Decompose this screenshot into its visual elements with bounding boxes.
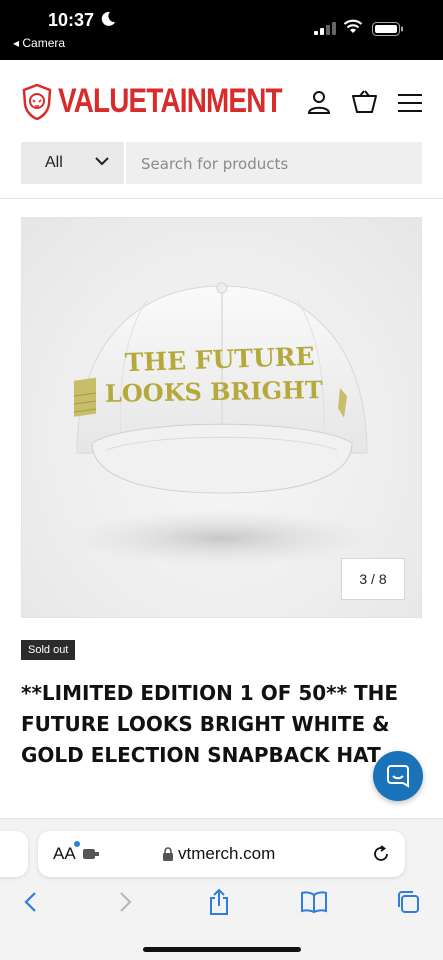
category-selected-value: All: [45, 154, 63, 171]
brand-name: VALUETAINMENT: [58, 82, 283, 120]
search-input[interactable]: Search for products: [126, 142, 422, 184]
chat-button[interactable]: [373, 751, 423, 801]
wifi-icon: [343, 19, 363, 33]
chat-icon: [387, 765, 409, 788]
brand-logo[interactable]: VALUETAINMENT: [22, 82, 331, 121]
product-title: **LIMITED EDITION 1 OF 50** THE FUTURE L…: [21, 681, 399, 767]
site-header: VALUETAINMENT: [0, 62, 443, 142]
category-select[interactable]: All: [21, 142, 124, 184]
notification-dot: [74, 841, 80, 847]
back-to-camera-link[interactable]: ◂ Camera: [13, 36, 65, 50]
reader-settings-button[interactable]: AA: [53, 844, 76, 864]
previous-tab[interactable]: [0, 831, 28, 877]
signal-icon: [314, 22, 336, 35]
menu-icon[interactable]: [398, 94, 422, 112]
search-placeholder: Search for products: [141, 155, 289, 173]
search-bar: All Search for products: [21, 142, 422, 184]
sold-out-badge: Sold out: [21, 640, 76, 660]
browser-toolbar: AA vtmerch.com: [0, 818, 443, 960]
tabs-icon[interactable]: [396, 890, 420, 914]
moon-icon: [101, 11, 115, 26]
bookmarks-icon[interactable]: [300, 891, 328, 913]
account-icon[interactable]: [307, 90, 331, 114]
chevron-down-icon: [95, 157, 109, 166]
url-text: vtmerch.com: [178, 844, 276, 863]
forward-icon[interactable]: [119, 891, 133, 913]
header-divider: [0, 198, 443, 199]
lion-shield-icon: [22, 83, 52, 120]
hat-text-line2: LOOKS BRIGHT: [105, 375, 323, 408]
battery-icon: [372, 22, 403, 36]
cart-icon[interactable]: [351, 90, 378, 114]
extension-icon[interactable]: [82, 847, 100, 861]
status-bar: 10:37 ◂ Camera: [0, 0, 443, 60]
reload-icon[interactable]: [372, 845, 390, 863]
lock-icon: [163, 847, 173, 861]
back-icon[interactable]: [23, 891, 37, 913]
share-icon[interactable]: [208, 888, 230, 916]
status-time: 10:37: [48, 10, 95, 30]
home-indicator: [143, 947, 301, 952]
image-counter: 3 / 8: [341, 558, 405, 600]
address-bar[interactable]: AA vtmerch.com: [38, 831, 405, 877]
